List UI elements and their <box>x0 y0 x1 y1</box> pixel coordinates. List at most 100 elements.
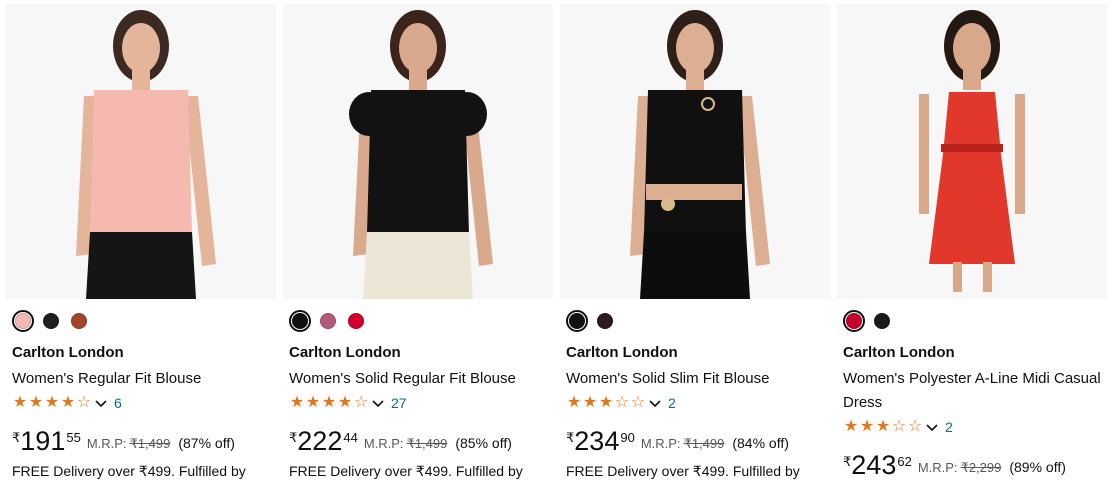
discount: (87% off) <box>178 435 235 451</box>
color-swatch[interactable] <box>345 310 367 332</box>
price-whole: 222 <box>297 426 343 456</box>
chevron-down-icon[interactable] <box>94 396 108 410</box>
swatch-color <box>846 313 862 329</box>
star-icon: ☆ <box>630 394 646 411</box>
price-whole: 234 <box>574 426 620 456</box>
color-swatch[interactable] <box>317 310 339 332</box>
star-icon: ★ <box>12 394 28 411</box>
star-icon: ★ <box>60 394 76 411</box>
currency-symbol: ₹ <box>12 430 21 445</box>
color-swatch[interactable] <box>289 310 311 332</box>
swatch-color <box>320 313 336 329</box>
chevron-down-icon[interactable] <box>371 396 385 410</box>
price-fraction: 90 <box>620 430 635 445</box>
swatch-color <box>43 313 59 329</box>
product-image-container[interactable] <box>837 4 1107 299</box>
product-image[interactable] <box>560 4 830 299</box>
review-count[interactable]: 2 <box>668 395 676 411</box>
price-fraction: 44 <box>343 430 358 445</box>
product-image[interactable] <box>6 4 276 299</box>
color-swatch[interactable] <box>871 310 893 332</box>
color-swatches <box>843 310 893 332</box>
delivery-info: FREE Delivery over ₹499. Fulfilled by <box>12 463 246 479</box>
star-icon: ☆ <box>76 394 92 411</box>
star-icon: ☆ <box>353 394 369 411</box>
product-image-container[interactable] <box>6 4 276 299</box>
product-title[interactable]: Women's Polyester A-Line Midi Casual Dre… <box>843 367 1105 415</box>
star-icon: ★ <box>598 394 614 411</box>
price-row: ₹222 44 M.R.P: ₹1,499 (85% off) <box>289 426 512 456</box>
product-card[interactable]: Carlton London Women's Solid Slim Fit Blo… <box>560 0 830 490</box>
star-icon: ★ <box>843 418 859 435</box>
currency-symbol: ₹ <box>843 454 852 469</box>
color-swatches <box>566 310 616 332</box>
product-title[interactable]: Women's Regular Fit Blouse <box>12 367 274 391</box>
brand-name: Carlton London <box>12 344 124 361</box>
color-swatch[interactable] <box>12 310 34 332</box>
star-icon: ★ <box>337 394 353 411</box>
star-icon: ★ <box>582 394 598 411</box>
star-icon: ★ <box>875 418 891 435</box>
product-image-container[interactable] <box>283 4 553 299</box>
mrp: M.R.P: ₹1,499 <box>87 436 171 452</box>
rating-row: ★ ★ ★ ☆ ☆ 2 <box>843 418 953 436</box>
price-whole: 191 <box>20 426 66 456</box>
mrp: M.R.P: ₹2,299 <box>918 460 1002 476</box>
swatch-color <box>569 313 585 329</box>
star-icon: ★ <box>321 394 337 411</box>
rating-row: ★ ★ ★ ★ ☆ 6 <box>12 394 122 412</box>
star-rating[interactable]: ★ ★ ★ ☆ ☆ <box>843 419 923 435</box>
currency-symbol: ₹ <box>566 430 575 445</box>
delivery-info: FREE Delivery over ₹499. Fulfilled by <box>566 463 800 479</box>
price-fraction: 62 <box>897 454 912 469</box>
chevron-down-icon[interactable] <box>925 420 939 434</box>
price-row: ₹243 62 M.R.P: ₹2,299 (89% off) <box>843 450 1066 480</box>
star-icon: ★ <box>28 394 44 411</box>
star-rating[interactable]: ★ ★ ★ ★ ☆ <box>289 395 369 411</box>
star-icon: ★ <box>566 394 582 411</box>
mrp-value: ₹1,499 <box>129 436 171 451</box>
product-card[interactable]: Carlton London Women's Regular Fit Blouse… <box>6 0 276 490</box>
star-icon: ★ <box>289 394 305 411</box>
color-swatch[interactable] <box>68 310 90 332</box>
mrp-label: M.R.P: <box>640 436 681 451</box>
product-image-container[interactable] <box>560 4 830 299</box>
mrp-value: ₹2,299 <box>960 460 1002 475</box>
mrp-value: ₹1,499 <box>406 436 448 451</box>
color-swatch[interactable] <box>566 310 588 332</box>
product-card[interactable]: Carlton London Women's Polyester A-Line M… <box>837 0 1107 490</box>
product-title[interactable]: Women's Solid Regular Fit Blouse <box>289 367 551 391</box>
price-fraction: 55 <box>66 430 81 445</box>
chevron-down-icon[interactable] <box>648 396 662 410</box>
color-swatch[interactable] <box>40 310 62 332</box>
mrp-label: M.R.P: <box>363 436 404 451</box>
product-title[interactable]: Women's Solid Slim Fit Blouse <box>566 367 828 391</box>
product-card[interactable]: Carlton London Women's Solid Regular Fit … <box>283 0 553 490</box>
currency-symbol: ₹ <box>289 430 298 445</box>
swatch-color <box>292 313 308 329</box>
star-icon: ★ <box>44 394 60 411</box>
swatch-color <box>874 313 890 329</box>
color-swatches <box>289 310 367 332</box>
review-count[interactable]: 2 <box>945 419 953 435</box>
brand-name: Carlton London <box>289 344 401 361</box>
swatch-color <box>71 313 87 329</box>
swatch-color <box>15 313 31 329</box>
star-rating[interactable]: ★ ★ ★ ☆ ☆ <box>566 395 646 411</box>
product-image[interactable] <box>837 4 1107 299</box>
swatch-color <box>597 313 613 329</box>
star-icon: ★ <box>305 394 321 411</box>
star-rating[interactable]: ★ ★ ★ ★ ☆ <box>12 395 92 411</box>
product-image[interactable] <box>283 4 553 299</box>
star-icon: ☆ <box>614 394 630 411</box>
discount: (89% off) <box>1009 459 1066 475</box>
review-count[interactable]: 27 <box>391 395 407 411</box>
star-icon: ★ <box>859 418 875 435</box>
review-count[interactable]: 6 <box>114 395 122 411</box>
discount: (85% off) <box>455 435 512 451</box>
brand-name: Carlton London <box>843 344 955 361</box>
swatch-color <box>348 313 364 329</box>
color-swatch[interactable] <box>594 310 616 332</box>
color-swatch[interactable] <box>843 310 865 332</box>
delivery-info: FREE Delivery over ₹499. Fulfilled by <box>289 463 523 479</box>
